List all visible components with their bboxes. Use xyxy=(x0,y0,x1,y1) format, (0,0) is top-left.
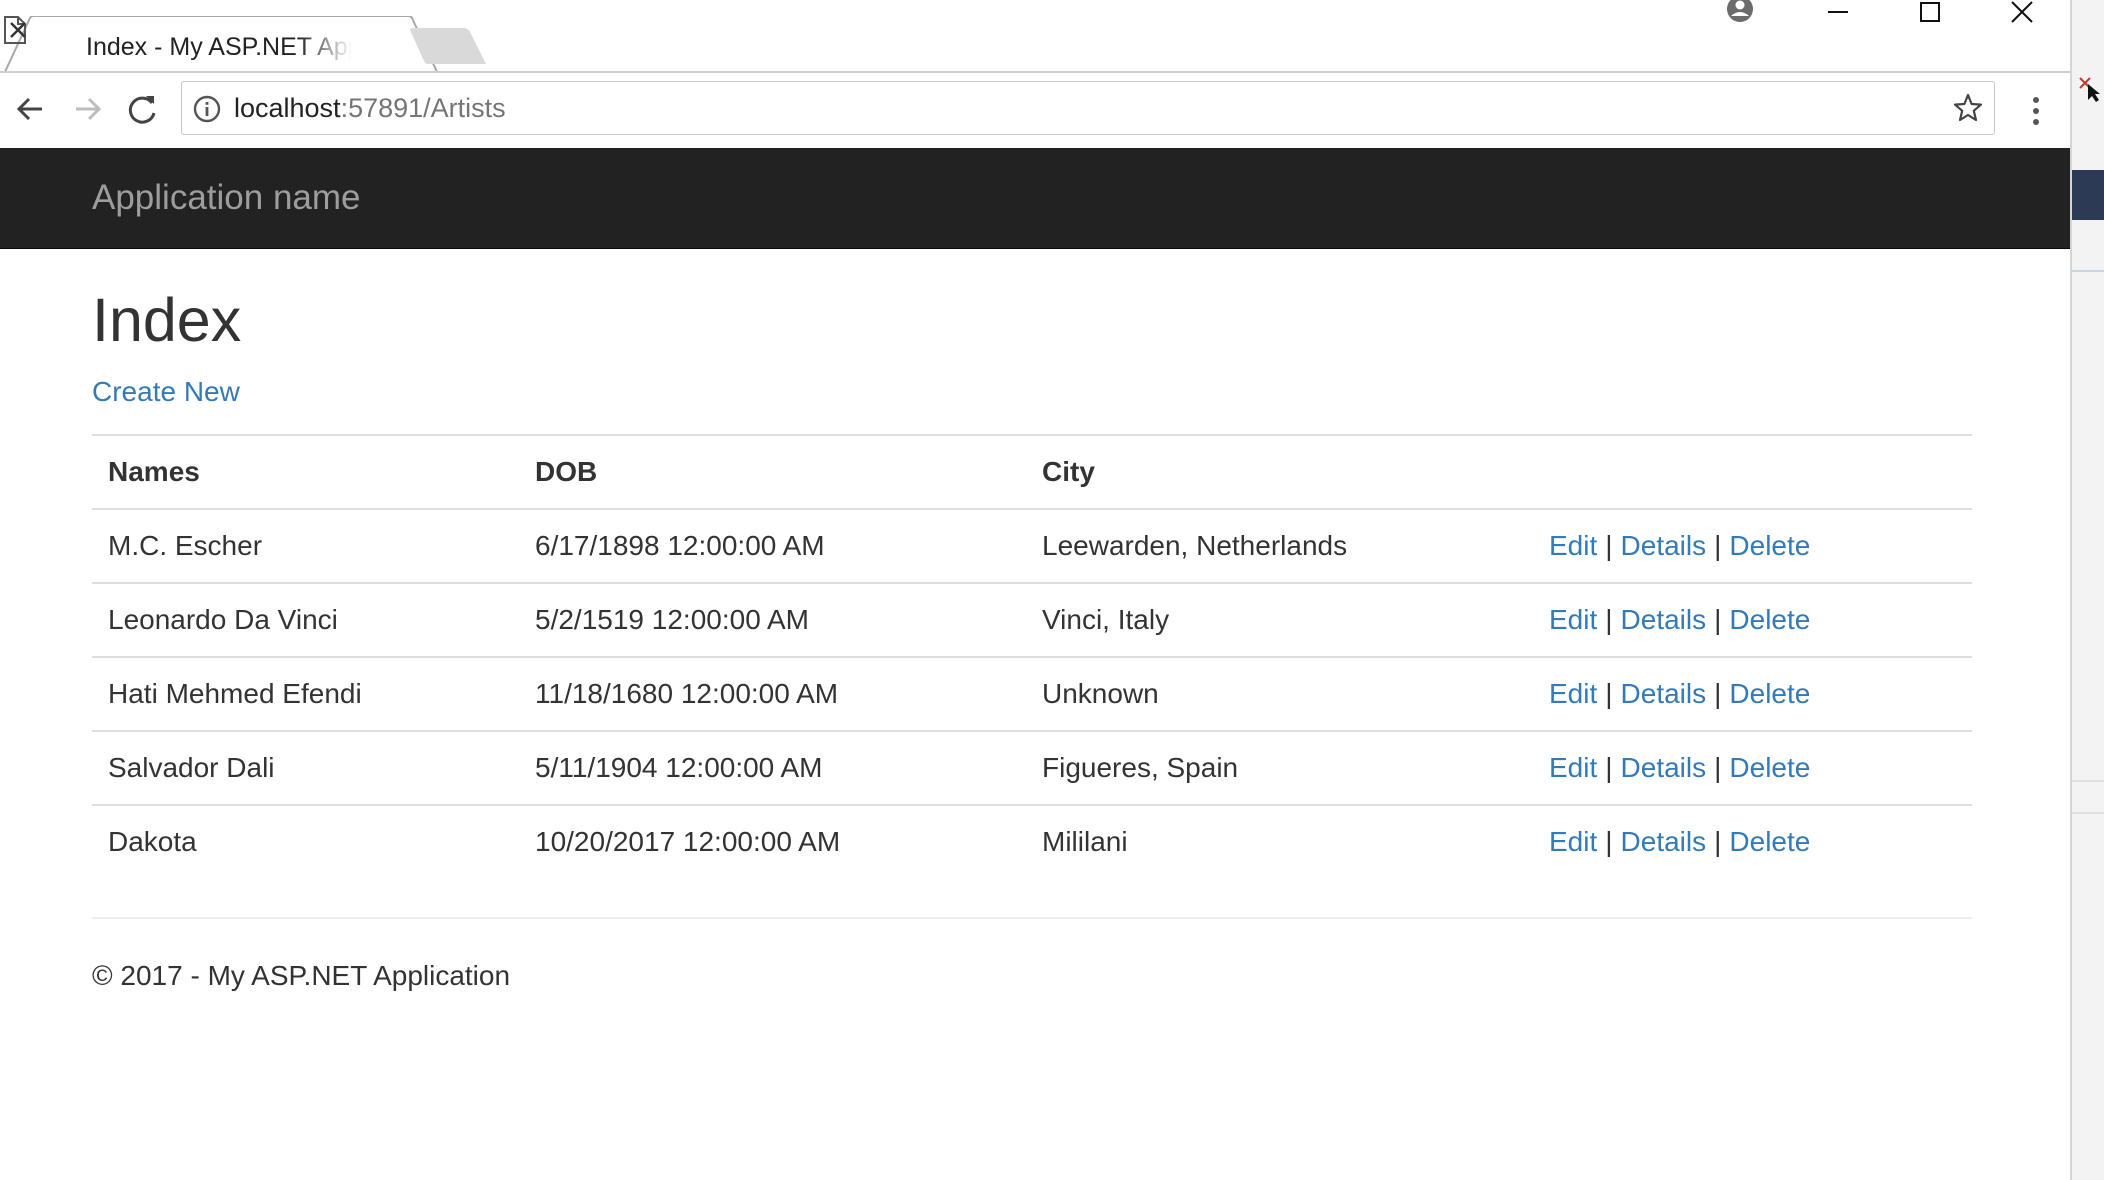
details-link[interactable]: Details xyxy=(1621,604,1707,635)
cell-actions: Edit | Details | Delete xyxy=(1533,656,1972,731)
separator: | xyxy=(1605,604,1613,635)
cell-name: Salvador Dali xyxy=(92,730,519,805)
cell-actions: Edit | Details | Delete xyxy=(1533,582,1972,657)
edit-link[interactable]: Edit xyxy=(1549,530,1597,561)
tab-title: Index - My ASP.NET Application xyxy=(86,33,352,61)
separator: | xyxy=(1714,530,1722,561)
cell-name: Leonardo Da Vinci xyxy=(92,582,519,657)
background-window-edge xyxy=(2070,0,2104,1180)
cell-city: Figueres, Spain xyxy=(1026,730,1533,805)
cell-actions: Edit | Details | Delete xyxy=(1533,730,1972,805)
table-row: Dakota 10/20/2017 12:00:00 AM Mililani E… xyxy=(92,804,1972,878)
cell-actions: Edit | Details | Delete xyxy=(1533,508,1972,583)
delete-link[interactable]: Delete xyxy=(1729,678,1810,709)
cell-city: Vinci, Italy xyxy=(1026,582,1533,657)
delete-link[interactable]: Delete xyxy=(1729,826,1810,857)
separator: | xyxy=(1714,752,1722,783)
new-tab-button[interactable] xyxy=(410,26,490,66)
user-icon[interactable] xyxy=(1700,0,1780,28)
table-row: Leonardo Da Vinci 5/2/1519 12:00:00 AM V… xyxy=(92,582,1972,657)
separator: | xyxy=(1605,752,1613,783)
divider xyxy=(2072,780,2104,782)
app-navbar: Application name xyxy=(0,148,2070,249)
tab-strip: Index - My ASP.NET Application xyxy=(0,0,2070,74)
star-icon[interactable] xyxy=(1952,92,1984,124)
cell-dob: 6/17/1898 12:00:00 AM xyxy=(519,508,1026,583)
edit-link[interactable]: Edit xyxy=(1549,826,1597,857)
browser-chrome: Index - My ASP.NET Application xyxy=(0,0,2070,148)
browser-toolbar: localhost:57891/Artists xyxy=(0,73,2070,148)
create-new-link[interactable]: Create New xyxy=(92,374,240,410)
separator: | xyxy=(1714,826,1722,857)
edit-link[interactable]: Edit xyxy=(1549,752,1597,783)
footer-divider xyxy=(92,917,1972,919)
page-title: Index xyxy=(92,286,242,354)
back-arrow-icon[interactable] xyxy=(8,87,52,131)
kebab-menu-icon[interactable] xyxy=(2016,91,2056,131)
separator: | xyxy=(1714,604,1722,635)
minimize-icon[interactable] xyxy=(1798,0,1878,24)
details-link[interactable]: Details xyxy=(1621,678,1707,709)
browser-tab-active[interactable]: Index - My ASP.NET Application xyxy=(4,16,438,74)
separator: | xyxy=(1605,826,1613,857)
column-header-actions xyxy=(1533,434,1972,510)
separator: | xyxy=(1605,678,1613,709)
footer-copyright: © 2017 - My ASP.NET Application xyxy=(92,960,511,991)
cursor-icon xyxy=(2079,77,2100,102)
column-header-dob: DOB xyxy=(519,434,1026,510)
background-band xyxy=(2072,170,2104,220)
details-link[interactable]: Details xyxy=(1621,752,1707,783)
cell-dob: 5/2/1519 12:00:00 AM xyxy=(519,582,1026,657)
separator: | xyxy=(1605,530,1613,561)
cell-dob: 11/18/1680 12:00:00 AM xyxy=(519,656,1026,731)
cell-actions: Edit | Details | Delete xyxy=(1533,804,1972,878)
cell-city: Leewarden, Netherlands xyxy=(1026,508,1533,583)
edit-link[interactable]: Edit xyxy=(1549,604,1597,635)
cell-city: Unknown xyxy=(1026,656,1533,731)
table-row: Salvador Dali 5/11/1904 12:00:00 AM Figu… xyxy=(92,730,1972,805)
delete-link[interactable]: Delete xyxy=(1729,752,1810,783)
column-header-names: Names xyxy=(92,434,519,510)
cell-city: Mililani xyxy=(1026,804,1533,878)
address-bar[interactable]: localhost:57891/Artists xyxy=(181,81,1995,135)
forward-arrow-icon[interactable] xyxy=(66,87,110,131)
details-link[interactable]: Details xyxy=(1621,530,1707,561)
url-host: localhost xyxy=(234,93,341,123)
table-row: M.C. Escher 6/17/1898 12:00:00 AM Leewar… xyxy=(92,508,1972,583)
reload-icon[interactable] xyxy=(120,87,164,131)
delete-link[interactable]: Delete xyxy=(1729,604,1810,635)
divider xyxy=(2072,812,2104,814)
app-brand-link[interactable]: Application name xyxy=(92,148,361,248)
cell-name: Dakota xyxy=(92,804,519,878)
table-header-row: Names DOB City xyxy=(92,434,1972,510)
url-path: :57891/Artists xyxy=(340,93,506,123)
cell-dob: 5/11/1904 12:00:00 AM xyxy=(519,730,1026,805)
cell-name: Hati Mehmed Efendi xyxy=(92,656,519,731)
separator: | xyxy=(1714,678,1722,709)
table-row: Hati Mehmed Efendi 11/18/1680 12:00:00 A… xyxy=(92,656,1972,731)
artists-table: Names DOB City M.C. Escher 6/17/1898 12:… xyxy=(92,434,1972,878)
url-text[interactable]: localhost:57891/Artists xyxy=(234,82,506,134)
column-header-city: City xyxy=(1026,434,1533,510)
edit-link[interactable]: Edit xyxy=(1549,678,1597,709)
maximize-icon[interactable] xyxy=(1890,0,1970,24)
cell-name: M.C. Escher xyxy=(92,508,519,583)
window-close-icon[interactable] xyxy=(1982,0,2062,24)
delete-link[interactable]: Delete xyxy=(1729,530,1810,561)
details-link[interactable]: Details xyxy=(1621,826,1707,857)
divider xyxy=(2072,270,2104,272)
close-tab-icon[interactable] xyxy=(4,16,32,44)
cell-dob: 10/20/2017 12:00:00 AM xyxy=(519,804,1026,878)
info-icon[interactable] xyxy=(192,94,222,124)
